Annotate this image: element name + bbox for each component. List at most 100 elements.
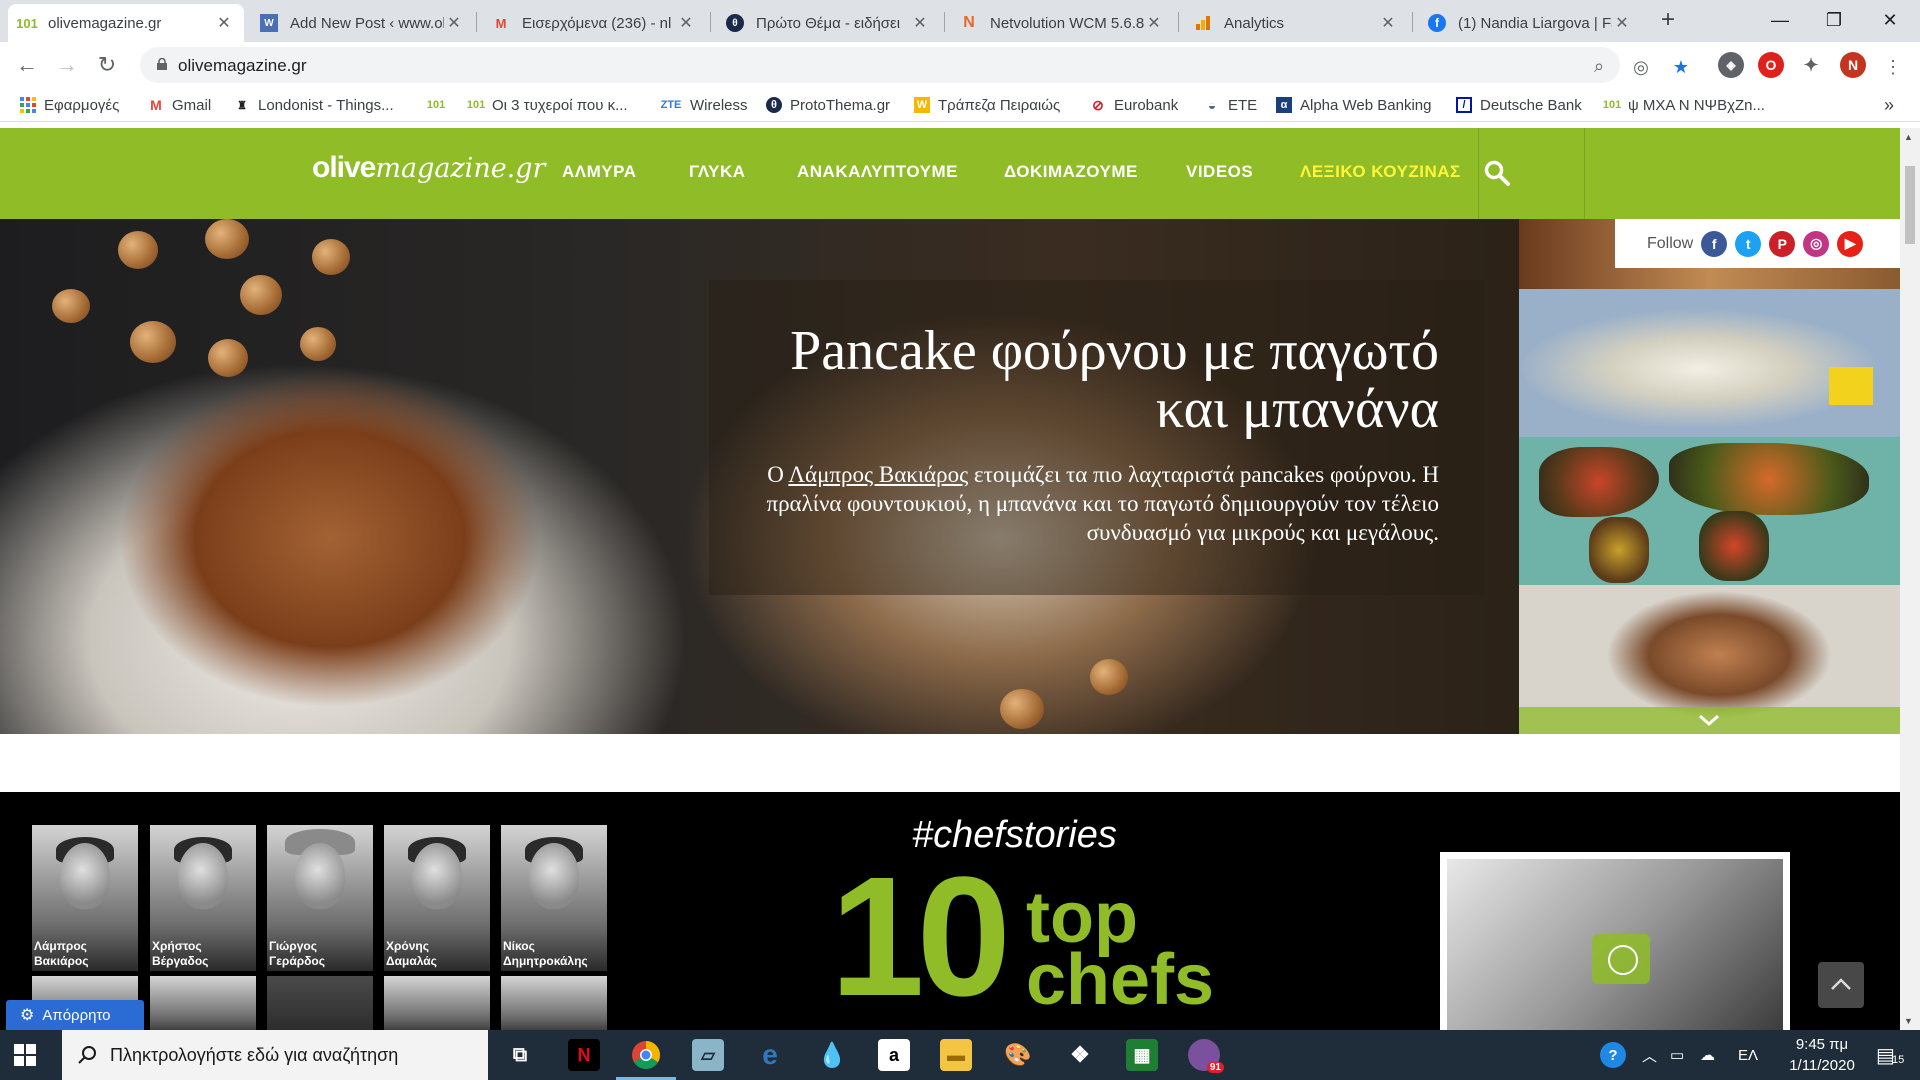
nav-videos[interactable]: VIDEOS bbox=[1186, 162, 1253, 182]
bookmark-olive-1[interactable]: 101 bbox=[427, 95, 452, 115]
chef-video[interactable] bbox=[1440, 852, 1790, 1030]
scroll-up-icon[interactable]: ▲ bbox=[1904, 132, 1913, 142]
nav-anakalyptoume[interactable]: ΑΝΑΚΑΛΥΠΤΟΥΜΕ bbox=[797, 162, 958, 182]
taskbar-search[interactable]: Πληκτρολογήστε εδώ για αναζήτηση bbox=[62, 1030, 488, 1080]
task-view-icon[interactable]: ⧉ bbox=[504, 1039, 536, 1071]
close-window-button[interactable]: ✕ bbox=[1862, 0, 1918, 40]
tab-analytics[interactable]: Analytics ✕ bbox=[1184, 4, 1408, 42]
notepad-icon[interactable]: ▱ bbox=[692, 1039, 724, 1071]
close-icon[interactable]: ✕ bbox=[1612, 13, 1632, 33]
chef-link[interactable]: Λάμπρος Βακιάρος bbox=[788, 462, 968, 487]
chef-card[interactable] bbox=[267, 976, 373, 1030]
spreadsheet-icon[interactable]: ▦ bbox=[1126, 1039, 1158, 1071]
tab-facebook[interactable]: f (1) Nandia Liargova | Fa ✕ bbox=[1418, 4, 1642, 42]
close-icon[interactable]: ✕ bbox=[444, 13, 464, 33]
bookmark-mxa[interactable]: 101 ψ ΜΧΑ Ν ΝΨΒχΖn... bbox=[1603, 95, 1765, 115]
chef-card[interactable]: Νίκος Δημητροκάλης bbox=[501, 825, 607, 971]
language-indicator[interactable]: ΕΛ bbox=[1738, 1030, 1758, 1080]
hero-image[interactable]: Pancake φούρνου με παγωτό και μπανάνα Ο … bbox=[0, 219, 1519, 734]
forward-button[interactable]: → bbox=[52, 50, 82, 80]
windows-start-icon[interactable] bbox=[14, 1044, 36, 1066]
hide-icon[interactable]: ◎ bbox=[1630, 56, 1652, 78]
hero-title[interactable]: Pancake φούρνου με παγωτό και μπανάνα bbox=[719, 322, 1439, 438]
back-button[interactable]: ← bbox=[12, 50, 42, 80]
edge-icon[interactable]: e bbox=[754, 1039, 786, 1071]
taskbar-clock[interactable]: 9:45 πμ 1/11/2020 bbox=[1772, 1034, 1872, 1076]
reload-button[interactable]: ↻ bbox=[92, 50, 122, 80]
bookmark-alpha[interactable]: α Alpha Web Banking bbox=[1276, 95, 1431, 115]
close-icon[interactable]: ✕ bbox=[676, 13, 696, 33]
bookmark-olive-2[interactable]: 101 Οι 3 τυχεροί που κ... bbox=[467, 95, 628, 115]
chef-card[interactable]: Γιώργος Γεράρδος bbox=[267, 825, 373, 971]
minimize-button[interactable]: — bbox=[1752, 0, 1808, 40]
chef-card[interactable] bbox=[384, 976, 490, 1030]
address-bar[interactable]: olivemagazine.gr ⌕ bbox=[140, 47, 1620, 83]
bookmark-eurobank[interactable]: ⊘ Eurobank bbox=[1090, 95, 1178, 115]
nav-glyka[interactable]: ΓΛΥΚΑ bbox=[689, 162, 746, 182]
bookmark-apps[interactable]: Εφαρμογές bbox=[20, 95, 119, 115]
close-icon[interactable]: ✕ bbox=[1144, 13, 1164, 33]
zoom-icon[interactable]: ⌕ bbox=[1588, 55, 1610, 77]
nav-almyra[interactable]: ΑΛΜΥΡΑ bbox=[562, 162, 636, 182]
bookmark-gmail[interactable]: M Gmail bbox=[148, 95, 211, 115]
facebook-icon[interactable]: f bbox=[1701, 230, 1728, 257]
close-icon[interactable]: ✕ bbox=[910, 13, 930, 33]
page-scrollbar[interactable]: ▲ ▼ bbox=[1900, 128, 1920, 1030]
onedrive-icon[interactable]: ☁ bbox=[1700, 1030, 1715, 1080]
menu-kebab-icon[interactable]: ⋮ bbox=[1882, 56, 1904, 78]
bookmark-londonist[interactable]: ♜ Londonist - Things... bbox=[234, 95, 394, 115]
chef-card[interactable]: Χρόνης Δαμαλάς bbox=[384, 825, 490, 971]
chef-card[interactable]: Λάμπρος Βακιάρος bbox=[32, 825, 138, 971]
bookmarks-overflow-icon[interactable]: » bbox=[1884, 95, 1894, 115]
tab-add-new-post[interactable]: W Add New Post ‹ www.ol ✕ bbox=[250, 4, 474, 42]
chef-card[interactable] bbox=[501, 976, 607, 1030]
chef-card[interactable] bbox=[150, 976, 256, 1030]
profile-avatar[interactable]: N bbox=[1840, 52, 1866, 78]
tab-olivemagazine[interactable]: 101 olivemagazine.gr ✕ bbox=[8, 4, 244, 42]
netflix-icon[interactable]: N bbox=[568, 1039, 600, 1071]
extensions-puzzle-icon[interactable]: ✦ bbox=[1798, 52, 1824, 78]
chrome-icon[interactable] bbox=[616, 1039, 676, 1080]
close-icon[interactable]: ✕ bbox=[1378, 13, 1398, 33]
help-icon[interactable]: ? bbox=[1600, 1030, 1626, 1080]
tab-gmail[interactable]: M Εισερχόμενα (236) - nl ✕ bbox=[482, 4, 706, 42]
new-tab-button[interactable]: + bbox=[1654, 6, 1682, 34]
pinterest-icon[interactable]: P bbox=[1769, 230, 1796, 257]
nav-dokimazoume[interactable]: ΔΟΚΙΜΑΖΟΥΜΕ bbox=[1004, 162, 1138, 182]
play-icon[interactable] bbox=[1592, 934, 1650, 984]
opera-extension-icon[interactable]: O bbox=[1758, 52, 1784, 78]
file-explorer-icon[interactable]: ▬ bbox=[940, 1039, 972, 1071]
tab-netvolution[interactable]: N Netvolution WCM 5.6.8 ✕ bbox=[950, 4, 1174, 42]
bookmark-star-icon[interactable]: ★ bbox=[1670, 56, 1692, 78]
thumbnails-scroll-down[interactable] bbox=[1519, 707, 1900, 734]
bookmark-ete[interactable]: ◒ ETE bbox=[1204, 95, 1257, 115]
scroll-down-icon[interactable]: ▼ bbox=[1904, 1016, 1913, 1026]
bookmark-protothema[interactable]: θ ProtoThema.gr bbox=[766, 95, 890, 115]
battery-icon[interactable]: ▭ bbox=[1670, 1030, 1684, 1080]
thumbnail-2[interactable] bbox=[1519, 289, 1900, 437]
bookmark-wireless[interactable]: ZTE Wireless bbox=[660, 95, 748, 115]
maximize-button[interactable]: ❐ bbox=[1806, 0, 1862, 40]
dropbox-icon[interactable]: ❖ bbox=[1064, 1039, 1096, 1071]
tray-expand-icon[interactable]: ︿ bbox=[1642, 1030, 1657, 1080]
site-logo[interactable]: olivemagazine.gr bbox=[312, 150, 545, 185]
paint-icon[interactable]: 🎨 bbox=[1002, 1039, 1034, 1071]
paint-drop-icon[interactable]: 💧 bbox=[816, 1039, 848, 1071]
back-to-top-button[interactable] bbox=[1818, 962, 1864, 1008]
thumbnail-3[interactable] bbox=[1519, 437, 1900, 585]
scrollbar-thumb[interactable] bbox=[1905, 166, 1915, 244]
tab-protothema[interactable]: θ Πρώτο Θέμα - ειδήσει ✕ bbox=[716, 4, 940, 42]
privacy-button[interactable]: ⚙ Απόρρητο bbox=[6, 1000, 144, 1030]
twitter-icon[interactable]: t bbox=[1735, 230, 1762, 257]
youtube-icon[interactable]: ▶ bbox=[1837, 230, 1864, 257]
notifications-icon[interactable]: ▤ 15 bbox=[1876, 1030, 1904, 1080]
nav-lexiko-kouzinas[interactable]: ΛΕΞΙΚΟ ΚΟΥΖΙΝΑΣ bbox=[1300, 162, 1461, 182]
close-icon[interactable]: ✕ bbox=[214, 13, 234, 33]
chef-card[interactable]: Χρήστος Βέργαδος bbox=[150, 825, 256, 971]
bookmark-piraeus[interactable]: W Τράπεζα Πειραιώς bbox=[914, 95, 1060, 115]
bookmark-deutsche-bank[interactable]: / Deutsche Bank bbox=[1456, 95, 1582, 115]
instagram-icon[interactable]: ◎ bbox=[1803, 230, 1830, 257]
viber-icon[interactable]: 91 bbox=[1188, 1039, 1224, 1073]
amazon-icon[interactable]: a bbox=[878, 1039, 910, 1071]
search-icon[interactable] bbox=[1484, 160, 1510, 186]
